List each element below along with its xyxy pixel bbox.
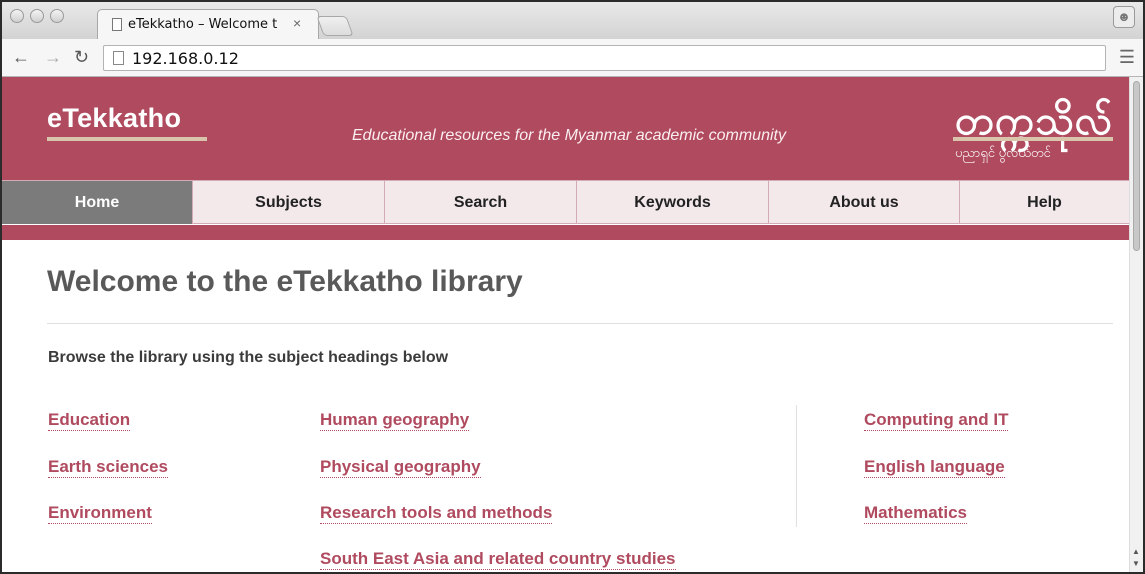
tab-title: eTekkatho – Welcome to th — [128, 17, 278, 32]
page-icon — [112, 18, 122, 31]
page-title: Welcome to the eTekkatho library — [47, 265, 523, 298]
nav-home[interactable]: Home — [2, 181, 193, 224]
myanmar-logo-underline — [953, 137, 1113, 141]
logo-underline — [47, 137, 207, 141]
tab-strip: eTekkatho – Welcome to th × ☻ — [2, 2, 1143, 39]
page-viewport: eTekkatho Educational resources for the … — [2, 77, 1129, 572]
browser-toolbar: ← → ↻ 192.168.0.12 ☰ — [2, 39, 1143, 77]
nav-about-us[interactable]: About us — [769, 181, 960, 224]
zoom-window-button[interactable] — [50, 9, 64, 23]
profile-icon[interactable]: ☻ — [1113, 6, 1135, 28]
page-icon — [113, 51, 124, 65]
subject-link-english-language[interactable]: English language — [864, 457, 1005, 478]
scroll-down-icon[interactable]: ▼ — [1132, 559, 1140, 568]
subject-link-south-east-asia[interactable]: South East Asia and related country stud… — [320, 549, 676, 570]
site-tagline: Educational resources for the Myanmar ac… — [352, 127, 786, 144]
vertical-scrollbar[interactable]: ▲ ▼ — [1129, 77, 1143, 572]
subject-link-education[interactable]: Education — [48, 410, 131, 431]
menu-icon[interactable]: ☰ — [1119, 47, 1135, 68]
nav-band — [2, 225, 1129, 240]
browser-window: eTekkatho – Welcome to th × ☻ ← → ↻ 192.… — [0, 0, 1145, 574]
nav-search[interactable]: Search — [385, 181, 577, 224]
minimize-window-button[interactable] — [30, 9, 44, 23]
subject-link-mathematics[interactable]: Mathematics — [864, 503, 967, 524]
subject-link-human-geography[interactable]: Human geography — [320, 410, 470, 431]
title-divider — [47, 323, 1113, 324]
column-divider — [796, 405, 797, 527]
nav-subjects[interactable]: Subjects — [193, 181, 385, 224]
subject-link-research-tools[interactable]: Research tools and methods — [320, 503, 553, 524]
site-logo[interactable]: eTekkatho — [47, 103, 181, 134]
subject-link-environment[interactable]: Environment — [48, 503, 152, 524]
address-bar[interactable]: 192.168.0.12 — [103, 45, 1106, 71]
url-text[interactable]: 192.168.0.12 — [132, 49, 239, 68]
scrollbar-thumb[interactable] — [1133, 81, 1140, 251]
scroll-up-icon[interactable]: ▲ — [1132, 547, 1140, 556]
main-nav: Home Subjects Search Keywords About us H… — [2, 180, 1129, 224]
nav-help[interactable]: Help — [960, 181, 1129, 224]
site-header: eTekkatho Educational resources for the … — [2, 77, 1129, 180]
browse-instructions: Browse the library using the subject hea… — [48, 349, 449, 366]
new-tab-button[interactable] — [316, 16, 354, 36]
subject-link-earth-sciences[interactable]: Earth sciences — [48, 457, 169, 478]
myanmar-subtitle: ပညာရှင် ပွဲလယ်တင် — [955, 145, 1051, 160]
subject-link-computing[interactable]: Computing and IT — [864, 410, 1009, 431]
reload-icon[interactable]: ↻ — [74, 47, 89, 68]
forward-arrow-icon[interactable]: → — [44, 47, 62, 68]
close-window-button[interactable] — [10, 9, 24, 23]
close-icon[interactable]: × — [293, 15, 301, 31]
browser-tab[interactable]: eTekkatho – Welcome to th × — [97, 9, 319, 39]
nav-keywords[interactable]: Keywords — [577, 181, 769, 224]
subject-link-physical-geography[interactable]: Physical geography — [320, 457, 481, 478]
back-arrow-icon[interactable]: ← — [12, 47, 30, 68]
